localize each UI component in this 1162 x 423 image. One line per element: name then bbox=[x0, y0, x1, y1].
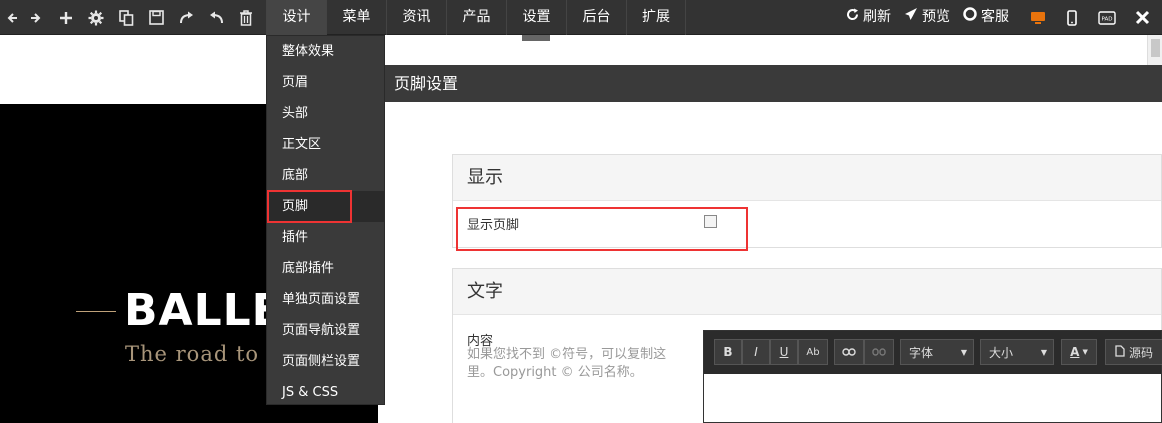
design-dropdown-menu: 整体效果 页眉 头部 正文区 底部 页脚 插件 底部插件 单独页面设置 页面导航… bbox=[266, 35, 385, 405]
chevron-down-icon: ▼ bbox=[960, 347, 967, 357]
menu-item-head[interactable]: 头部 bbox=[267, 98, 384, 129]
content-hint-line1: 如果您找不到 ©符号，可以复制这 bbox=[467, 347, 667, 362]
menu-item-overall-effect[interactable]: 整体效果 bbox=[267, 36, 384, 67]
text-section-heading: 文字 bbox=[453, 269, 1161, 315]
tab-admin[interactable]: 后台 bbox=[566, 0, 626, 35]
preview-scroll-handle[interactable] bbox=[522, 35, 550, 41]
preview-button[interactable]: 预览 bbox=[904, 0, 950, 35]
app-root: 设计 菜单 资讯 产品 设置 后台 扩展 刷新 预览 客服 PAD BALLE … bbox=[0, 0, 1162, 423]
strikethrough-button[interactable]: Ab bbox=[798, 339, 828, 365]
tab-design[interactable]: 设计 bbox=[266, 0, 326, 35]
brand-divider bbox=[76, 311, 116, 312]
lifebuoy-icon bbox=[963, 0, 977, 35]
tab-menu[interactable]: 菜单 bbox=[326, 0, 386, 35]
menu-item-body-area[interactable]: 正文区 bbox=[267, 129, 384, 160]
save-icon[interactable] bbox=[144, 0, 168, 35]
text-color-button[interactable]: A ▼ bbox=[1061, 339, 1097, 365]
support-label: 客服 bbox=[981, 9, 1009, 25]
support-button[interactable]: 客服 bbox=[963, 0, 1009, 35]
tab-label: 设置 bbox=[522, 9, 551, 25]
forward-arrow-icon[interactable] bbox=[24, 0, 48, 35]
font-size-select[interactable]: 大小 ▼ bbox=[980, 339, 1054, 365]
tab-label: 菜单 bbox=[342, 9, 371, 25]
undo-icon[interactable] bbox=[204, 0, 228, 35]
panel-header: 页脚设置 bbox=[378, 65, 1162, 102]
content-hint-line2: 里。Copyright © 公司名称。 bbox=[467, 365, 643, 380]
scrollbar-thumb[interactable] bbox=[1151, 39, 1160, 57]
font-family-label: 字体 bbox=[909, 345, 934, 360]
tab-products[interactable]: 产品 bbox=[446, 0, 506, 35]
tab-label: 设计 bbox=[282, 9, 311, 25]
pad-icon[interactable]: PAD bbox=[1094, 0, 1120, 35]
menu-item-bottom-plugins[interactable]: 底部插件 bbox=[267, 253, 384, 284]
mobile-icon[interactable] bbox=[1060, 0, 1084, 35]
panel-scrollbar[interactable] bbox=[1147, 35, 1162, 65]
content-editor[interactable]: B I U Ab 字体 ▼ 大小 ▼ A ▼ 源码 bbox=[703, 330, 1162, 423]
tab-label: 后台 bbox=[582, 9, 611, 25]
menu-item-page-sidebar-settings[interactable]: 页面侧栏设置 bbox=[267, 346, 384, 377]
brand-title: BALLE bbox=[124, 285, 283, 336]
show-footer-checkbox[interactable] bbox=[704, 215, 717, 228]
italic-button[interactable]: I bbox=[742, 339, 770, 365]
source-code-button[interactable]: 源码 bbox=[1105, 339, 1162, 365]
display-section-heading: 显示 bbox=[453, 155, 1161, 201]
menu-item-js-css[interactable]: JS & CSS bbox=[267, 377, 384, 408]
brand-subtitle: The road to b bbox=[125, 342, 282, 366]
menu-item-footer[interactable]: 页脚 bbox=[267, 191, 384, 222]
plus-icon[interactable] bbox=[54, 0, 78, 35]
unlink-icon[interactable] bbox=[864, 339, 894, 365]
copy-icon[interactable] bbox=[114, 0, 138, 35]
menu-item-plugins[interactable]: 插件 bbox=[267, 222, 384, 253]
editor-toolbar: B I U Ab 字体 ▼ 大小 ▼ A ▼ 源码 bbox=[704, 331, 1162, 374]
close-icon[interactable] bbox=[1130, 0, 1154, 35]
tab-news[interactable]: 资讯 bbox=[386, 0, 446, 35]
refresh-label: 刷新 bbox=[863, 9, 891, 25]
panel-title: 页脚设置 bbox=[394, 74, 459, 93]
menu-item-bottom[interactable]: 底部 bbox=[267, 160, 384, 191]
refresh-icon bbox=[846, 0, 859, 35]
chevron-down-icon: ▼ bbox=[1082, 348, 1088, 356]
tab-label: 产品 bbox=[462, 9, 491, 25]
bold-button[interactable]: B bbox=[714, 339, 742, 365]
document-icon bbox=[1115, 344, 1125, 360]
tab-extensions[interactable]: 扩展 bbox=[626, 0, 686, 35]
display-section: 显示 bbox=[452, 154, 1162, 248]
desktop-icon[interactable] bbox=[1026, 0, 1050, 35]
top-toolbar: 设计 菜单 资讯 产品 设置 后台 扩展 刷新 预览 客服 PAD bbox=[0, 0, 1162, 35]
text-color-label: A bbox=[1070, 345, 1080, 359]
tab-label: 扩展 bbox=[642, 9, 670, 25]
back-arrow-icon[interactable] bbox=[0, 0, 24, 35]
paper-plane-icon bbox=[904, 0, 918, 35]
source-code-label: 源码 bbox=[1128, 345, 1153, 360]
font-size-label: 大小 bbox=[989, 345, 1014, 360]
refresh-button[interactable]: 刷新 bbox=[846, 0, 891, 35]
redo-icon[interactable] bbox=[174, 0, 198, 35]
tab-settings[interactable]: 设置 bbox=[506, 0, 566, 35]
trash-icon[interactable] bbox=[234, 0, 258, 35]
menu-item-single-page-settings[interactable]: 单独页面设置 bbox=[267, 284, 384, 315]
show-footer-label: 显示页脚 bbox=[467, 218, 520, 233]
font-family-select[interactable]: 字体 ▼ bbox=[900, 339, 974, 365]
underline-button[interactable]: U bbox=[770, 339, 798, 365]
gear-icon[interactable] bbox=[84, 0, 108, 35]
preview-label: 预览 bbox=[922, 9, 950, 25]
link-icon[interactable] bbox=[834, 339, 864, 365]
pad-label: PAD bbox=[1102, 16, 1113, 22]
tab-label: 资讯 bbox=[402, 9, 431, 25]
chevron-down-icon: ▼ bbox=[1040, 347, 1047, 357]
menu-item-page-nav-settings[interactable]: 页面导航设置 bbox=[267, 315, 384, 346]
menu-item-page-header[interactable]: 页眉 bbox=[267, 67, 384, 98]
